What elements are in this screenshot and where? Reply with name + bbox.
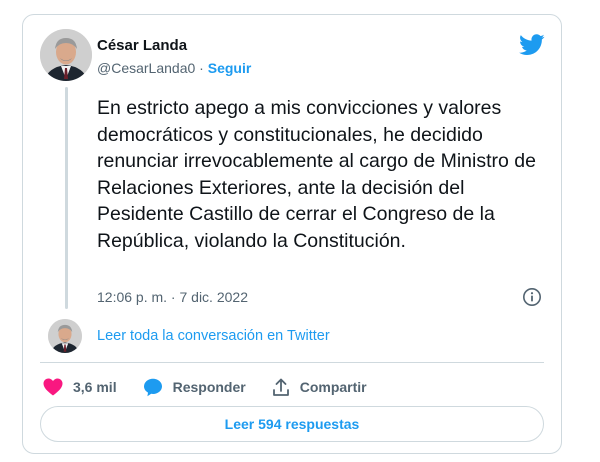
share-button[interactable]: Compartir (272, 378, 367, 397)
handle-separator: · (199, 60, 204, 76)
speech-bubble-icon (143, 378, 162, 396)
thread-line (65, 87, 68, 309)
author-name[interactable]: César Landa (97, 37, 187, 54)
author-handle-row: @CesarLanda0 · Seguir (97, 60, 251, 76)
like-count: 3,6 mil (73, 379, 117, 395)
tweet-text: En estricto apego a mis convicciones y v… (97, 97, 536, 252)
tweet-timestamp[interactable]: 12:06 p. m. · 7 dic. 2022 (97, 289, 248, 305)
reply-button[interactable]: Responder (143, 378, 246, 397)
like-button[interactable]: 3,6 mil (43, 378, 117, 396)
conversation-avatar[interactable] (48, 319, 82, 353)
divider (40, 362, 544, 363)
author-handle[interactable]: @CesarLanda0 (97, 60, 195, 76)
share-label: Compartir (299, 379, 367, 395)
twitter-bird-icon[interactable] (519, 34, 545, 56)
info-icon[interactable] (522, 287, 542, 307)
follow-link[interactable]: Seguir (208, 60, 252, 76)
read-conversation-link[interactable]: Leer toda la conversación en Twitter (97, 328, 330, 344)
tweet-embed-card: César Landa @CesarLanda0 · Seguir En est… (22, 14, 562, 454)
tweet-actions: 3,6 mil Responder Compartir (43, 375, 393, 399)
reply-label: Responder (172, 379, 246, 395)
share-icon (272, 378, 289, 396)
author-avatar[interactable] (40, 29, 92, 81)
read-replies-button[interactable]: Leer 594 respuestas (40, 406, 544, 442)
heart-icon (43, 378, 63, 396)
